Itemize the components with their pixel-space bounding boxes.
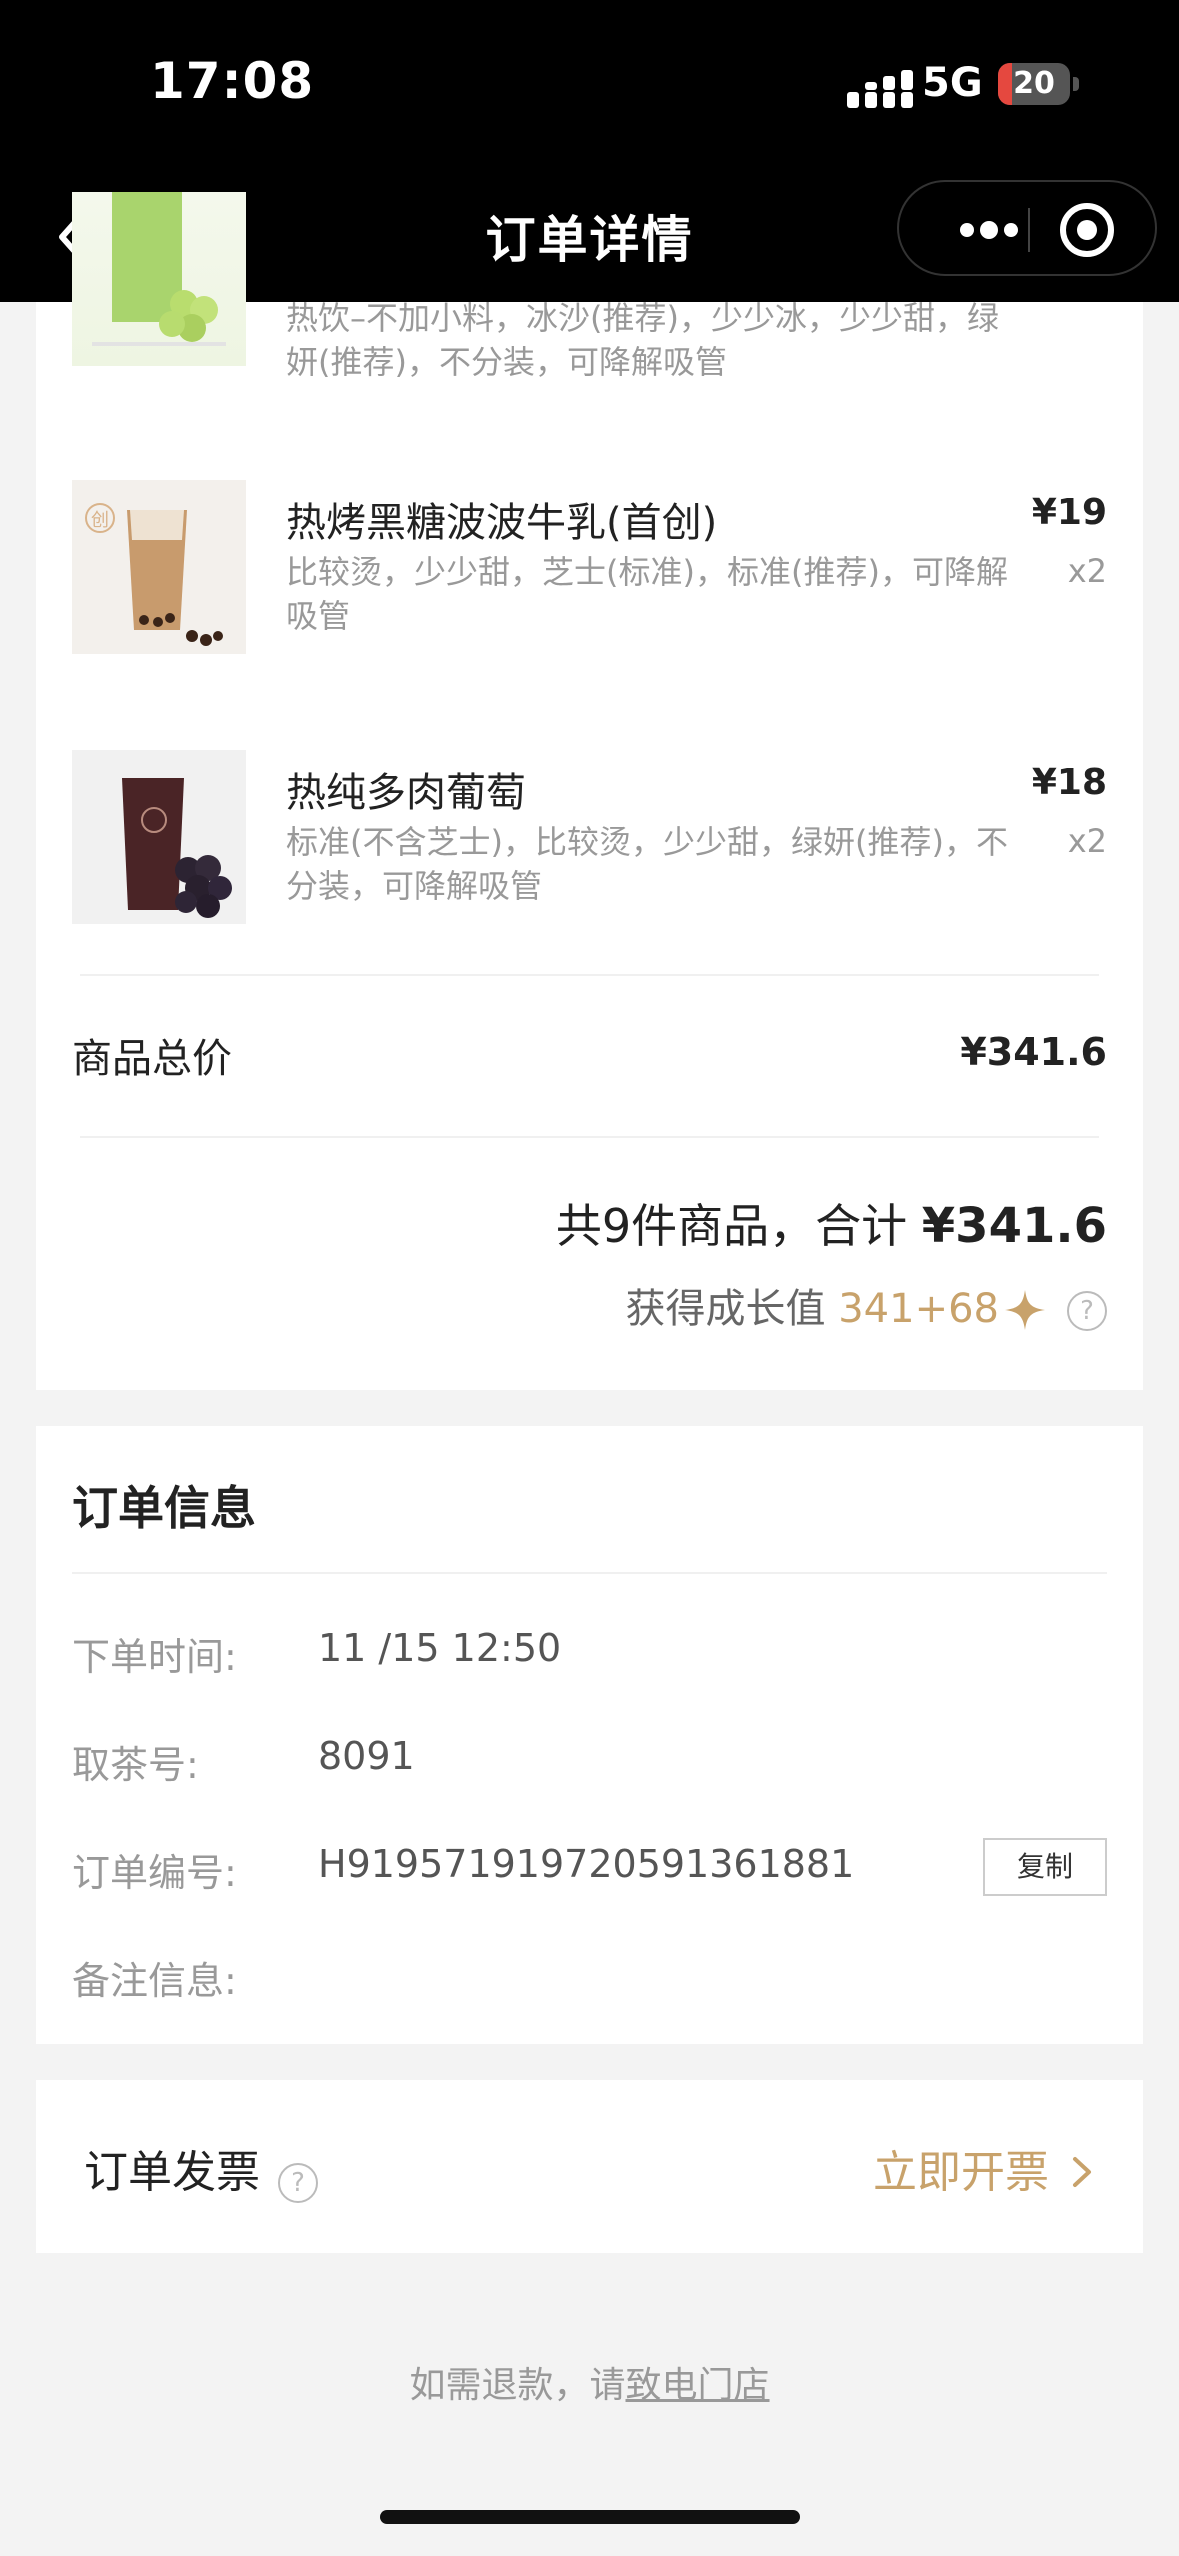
product-image: 创 xyxy=(72,480,246,654)
remark-label: 备注信息: xyxy=(72,1959,237,2003)
refund-text: 如需退款，请 xyxy=(409,2365,626,2406)
divider xyxy=(80,1136,1099,1138)
product-image xyxy=(72,192,246,366)
battery-icon: 20 xyxy=(998,63,1070,105)
item-price: ¥19 xyxy=(1031,492,1107,533)
invoice-label: 订单发票 xyxy=(84,2147,260,2198)
capsule-divider xyxy=(1028,208,1030,252)
issue-invoice-button[interactable]: 立即开票 xyxy=(873,2136,1093,2200)
item-quantity: x2 xyxy=(1067,822,1107,860)
order-info-card: 订单信息 下单时间: 11 /15 12:50 取茶号: 8091 订单编号: … xyxy=(36,1426,1143,2044)
call-store-link[interactable]: 致电门店 xyxy=(626,2365,770,2406)
total-value: ¥341.6 xyxy=(921,1198,1107,1254)
item-spec: 比较烫，少少甜，芝士(标准)，标准(推荐)，可降解吸管 xyxy=(286,553,1008,635)
refund-note: 如需退款，请致电门店 xyxy=(0,2356,1179,2408)
order-number-value: H919571919720591361881 xyxy=(318,1842,855,1886)
growth-value: 341+68 xyxy=(838,1286,999,1332)
signal-icon xyxy=(847,70,913,108)
order-total: 共9件商品，合计 ¥341.6 xyxy=(556,1190,1107,1256)
grape-tea-image xyxy=(122,778,232,918)
home-indicator[interactable] xyxy=(380,2510,800,2524)
status-time: 17:08 xyxy=(150,52,315,110)
status-bar: 17:08 5G 20 xyxy=(0,0,1179,180)
growth-points: 获得成长值 341+68? xyxy=(626,1276,1107,1334)
divider xyxy=(72,1572,1107,1574)
subtotal-value: ¥341.6 xyxy=(960,1030,1107,1074)
miniprogram-capsule xyxy=(897,180,1157,276)
pickup-number-label: 取茶号: xyxy=(72,1743,199,1787)
pickup-number-value: 8091 xyxy=(318,1734,415,1778)
item-badge: 创 xyxy=(91,510,109,531)
growth-label: 获得成长值 xyxy=(625,1286,839,1332)
copy-button[interactable]: 复制 xyxy=(983,1838,1107,1896)
item-name: 热纯多肉葡萄 xyxy=(286,770,526,816)
item-name: 热烤黑糖波波牛乳(首创) xyxy=(286,500,718,546)
battery-cap xyxy=(1073,77,1079,91)
section-title: 订单信息 xyxy=(72,1481,256,1535)
order-number-label: 订单编号: xyxy=(72,1851,237,1895)
help-icon[interactable]: ? xyxy=(278,2163,318,2203)
item-price: ¥18 xyxy=(1031,762,1107,803)
help-icon[interactable]: ? xyxy=(1067,1291,1107,1331)
close-target-icon[interactable] xyxy=(1049,192,1139,268)
order-item: 热饮–不加小料，冰沙(推荐)，少少冰，少少甜，绿妍(推荐)，不分装，可降解吸管 xyxy=(36,192,1143,392)
brown-sugar-boba-milk-image: 创 xyxy=(85,503,223,646)
total-prefix: 共9件商品，合计 xyxy=(555,1199,922,1253)
item-spec: 热饮–不加小料，冰沙(推荐)，少少冰，少少甜，绿妍(推荐)，不分装，可降解吸管 xyxy=(286,299,999,381)
order-item: 热纯多肉葡萄 标准(不含芝士)，比较烫，少少甜，绿妍(推荐)，不分装，可降解吸管… xyxy=(36,750,1143,930)
item-quantity: x2 xyxy=(1067,552,1107,590)
subtotal-label: 商品总价 xyxy=(72,1036,232,1082)
goods-card: 热饮–不加小料，冰沙(推荐)，少少冰，少少甜，绿妍(推荐)，不分装，可降解吸管 … xyxy=(36,192,1143,1390)
chevron-right-icon xyxy=(1073,2157,1091,2187)
network-type: 5G xyxy=(922,60,983,106)
order-item: 创 热烤黑糖波波牛乳(首创) 比较烫，少少甜，芝士(标准)，标准(推荐)，可降解… xyxy=(36,480,1143,660)
battery-percent: 20 xyxy=(1013,66,1055,101)
more-dots-icon[interactable] xyxy=(929,202,1049,258)
invoice-label-group: 订单发票? xyxy=(84,2136,318,2203)
order-time-label: 下单时间: xyxy=(72,1635,237,1679)
product-image xyxy=(72,750,246,924)
divider xyxy=(80,974,1099,976)
invoice-card: 订单发票? 立即开票 xyxy=(36,2080,1143,2253)
green-grape-drink-image xyxy=(92,192,226,346)
order-time-value: 11 /15 12:50 xyxy=(318,1626,562,1670)
item-spec: 标准(不含芝士)，比较烫，少少甜，绿妍(推荐)，不分装，可降解吸管 xyxy=(286,823,1008,905)
issue-invoice-label: 立即开票 xyxy=(873,2147,1049,2198)
sparkle-icon xyxy=(1005,1290,1045,1330)
